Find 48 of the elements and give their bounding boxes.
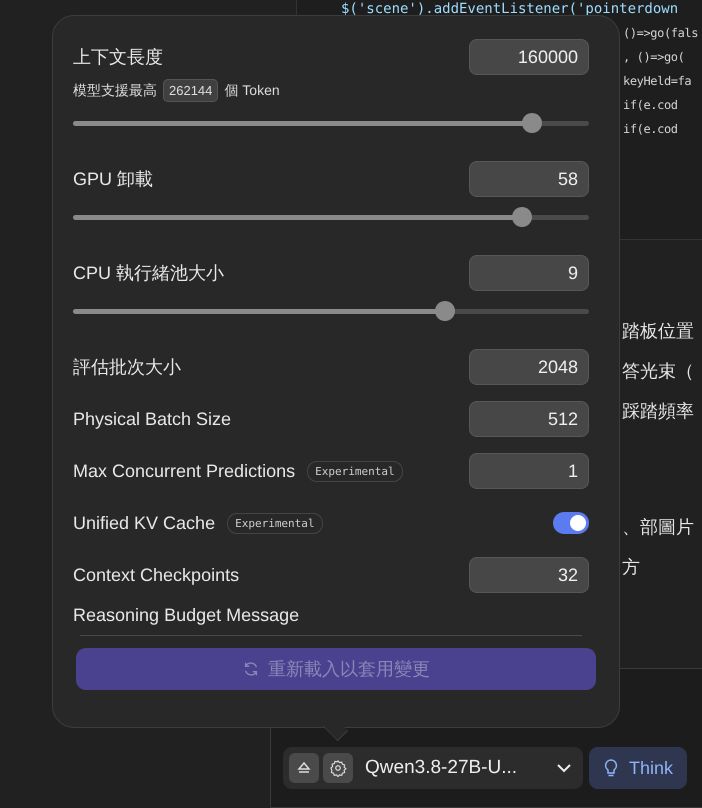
experimental-badge: Experimental (307, 460, 403, 482)
experimental-badge: Experimental (227, 512, 323, 534)
think-button[interactable]: Think (589, 747, 688, 789)
settings-button[interactable] (323, 753, 353, 783)
slider-track[interactable] (73, 113, 589, 133)
setting-label: CPU 執行緒池大小 (73, 262, 224, 285)
note-text: 個 Token (224, 82, 280, 100)
slider-track[interactable] (73, 301, 589, 321)
eject-button[interactable] (289, 753, 319, 783)
note-text: 模型支援最高 (73, 82, 157, 100)
setting-label: Physical Batch Size (73, 408, 232, 430)
code-line: $('scene').addEventListener('pointerdown (341, 0, 680, 19)
chat-text: 答光束（ (622, 360, 694, 383)
setting-label: Unified KV Cache (73, 512, 216, 534)
number-field[interactable]: 32 (469, 557, 589, 593)
setting-label: GPU 卸載 (73, 168, 154, 191)
code-line: ()=>go(fals (623, 25, 698, 42)
slider-thumb[interactable] (434, 301, 455, 321)
number-field[interactable]: 1 (469, 453, 589, 489)
setting-label: 評估批次大小 (73, 356, 181, 379)
chat-text: 踏板位置 (622, 320, 694, 343)
setting-label: 上下文長度 (73, 46, 163, 69)
toggle-switch[interactable] (553, 512, 589, 534)
number-field[interactable]: 2048 (469, 349, 589, 385)
setting-label: Reasoning Budget Message (73, 605, 300, 625)
chat-text: 方 (622, 556, 641, 579)
number-field[interactable]: 58 (469, 161, 589, 197)
number-field[interactable]: 9 (469, 255, 589, 291)
settings-icon (329, 759, 347, 777)
refresh-icon (242, 660, 260, 678)
setting-label: Context Checkpoints (73, 564, 240, 586)
code-line: keyHeld=fa (623, 73, 692, 90)
code-line: if(e.cod (623, 121, 678, 138)
chat-text: 踩踏頻率 (622, 400, 694, 423)
chat-text: 、部圖片 (622, 516, 694, 539)
number-field[interactable]: 512 (469, 401, 589, 437)
eject-icon (296, 760, 312, 776)
slider-thumb[interactable] (512, 207, 532, 227)
token-limit-badge: 262144 (163, 79, 218, 102)
setting-label: Max Concurrent Predictions (73, 460, 296, 482)
code-line: , ()=>go( (623, 49, 684, 66)
slider-track[interactable] (73, 207, 589, 227)
model-name: Qwen3.8-27B-U... (365, 757, 518, 779)
code-line: if(e.cod (623, 97, 678, 114)
lightbulb-icon (603, 758, 619, 778)
slider-thumb[interactable] (522, 113, 542, 133)
number-field[interactable]: 160000 (469, 39, 589, 75)
model-selector[interactable]: Qwen3.8-27B-U... (283, 747, 583, 789)
